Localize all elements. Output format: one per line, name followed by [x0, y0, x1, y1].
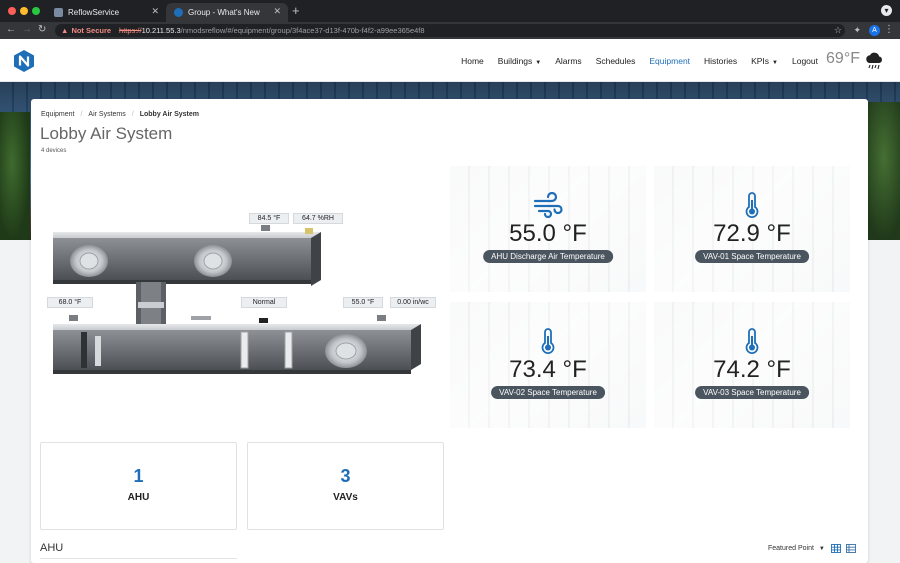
group-favicon-icon — [174, 8, 183, 17]
tile-icon-wrap — [450, 192, 646, 218]
url-scheme: https:// — [119, 26, 142, 35]
thermometer-icon — [541, 328, 555, 354]
forward-icon[interactable]: → — [22, 24, 32, 35]
nav-kpis-label: KPIs — [751, 55, 770, 66]
filter-status-reading[interactable]: Normal — [241, 297, 287, 308]
vav-count-label: VAVs — [333, 492, 358, 503]
outside-temp-reading[interactable]: 68.0 °F — [47, 297, 93, 308]
tab-search-icon[interactable]: ▾ — [881, 5, 892, 16]
profile-avatar[interactable]: A — [869, 25, 880, 36]
close-tab-icon[interactable]: ✕ — [273, 6, 281, 17]
tile-value: 74.2 °F — [713, 356, 791, 383]
tile-value: 73.4 °F — [509, 356, 587, 383]
nav-logout[interactable]: Logout — [792, 56, 818, 66]
warning-icon: ▲ — [61, 26, 69, 35]
nav-schedules[interactable]: Schedules — [596, 56, 636, 66]
security-status: Not Secure — [71, 26, 112, 35]
nmods-logo-icon[interactable] — [14, 50, 34, 72]
nav-histories[interactable]: Histories — [704, 56, 737, 66]
tile-icon-wrap — [450, 328, 646, 354]
tile-vav03-space-temp[interactable]: 74.2 °F VAV-03 Space Temperature — [654, 302, 850, 428]
hero-tree-left — [0, 112, 30, 240]
nav-alarms[interactable]: Alarms — [555, 56, 581, 66]
nav-equipment[interactable]: Equipment — [649, 56, 690, 66]
tile-ahu-discharge-temp[interactable]: 55.0 °F AHU Discharge Air Temperature — [450, 166, 646, 292]
browser-toolbar: ← → ↻ ▲ Not Secure https:// 10.211.55.3 … — [0, 22, 900, 39]
app-navbar: Home Buildings ▼ Alarms Schedules Equipme… — [0, 39, 900, 82]
tile-label: VAV-02 Space Temperature — [491, 386, 605, 399]
breadcrumb: Equipment / Air Systems / Lobby Air Syst… — [41, 111, 199, 118]
breadcrumb-equipment[interactable]: Equipment — [41, 111, 74, 118]
discharge-temp-reading[interactable]: 55.0 °F — [343, 297, 383, 308]
breadcrumb-air-systems[interactable]: Air Systems — [88, 111, 125, 118]
bookmark-star-icon[interactable]: ☆ — [834, 25, 842, 36]
breadcrumb-separator: / — [80, 111, 83, 118]
browser-menu-icon[interactable]: ⋮ — [884, 24, 894, 35]
page-title: Lobby Air System — [40, 124, 173, 143]
chevron-down-icon: ▼ — [535, 59, 542, 66]
chevron-down-icon: ▼ — [818, 546, 825, 552]
nav-buildings[interactable]: Buildings ▼ — [498, 56, 541, 66]
section-divider — [40, 558, 237, 559]
address-bar[interactable]: ▲ Not Secure https:// 10.211.55.3 /nmods… — [55, 24, 845, 37]
section-title: AHU — [40, 542, 64, 554]
tile-label: AHU Discharge Air Temperature — [483, 250, 613, 263]
tab-title: ReflowService — [68, 8, 120, 17]
tile-label: VAV-01 Space Temperature — [695, 250, 809, 263]
nav-home[interactable]: Home — [461, 56, 484, 66]
url-path: /nmodsreflow/#/equipment/group/3f4ace37-… — [180, 26, 425, 35]
reflow-favicon-icon — [54, 8, 63, 17]
tile-icon-wrap — [654, 192, 850, 218]
return-temp-reading[interactable]: 84.5 °F — [249, 213, 289, 224]
vav-count: 3 — [340, 466, 351, 486]
url-host: 10.211.55.3 — [141, 26, 181, 35]
static-pressure-reading[interactable]: 0.00 in/wc — [390, 297, 436, 308]
device-count: 4 devices — [41, 148, 67, 154]
tile-icon-wrap — [654, 328, 850, 354]
ahu-count-card[interactable]: 1 AHU — [40, 442, 237, 530]
vav-count-card[interactable]: 3 VAVs — [247, 442, 444, 530]
tile-vav02-space-temp[interactable]: 73.4 °F VAV-02 Space Temperature — [450, 302, 646, 428]
close-tab-icon[interactable]: ✕ — [151, 6, 159, 17]
nav-buildings-label: Buildings — [497, 55, 533, 66]
nav-kpis[interactable]: KPIs ▼ — [751, 56, 778, 66]
browser-tab-reflowservice[interactable]: ReflowService ✕ — [46, 3, 166, 22]
ahu-count: 1 — [133, 466, 144, 486]
chevron-down-icon: ▼ — [772, 59, 778, 66]
ahu-count-label: AHU — [127, 492, 150, 503]
tile-value: 55.0 °F — [509, 220, 587, 247]
weather-temperature: 69°F — [826, 50, 860, 67]
main-nav: Home Buildings ▼ Alarms Schedules Equipme… — [461, 39, 818, 82]
return-humidity-reading[interactable]: 64.7 %RH — [293, 213, 343, 224]
extensions-icon[interactable]: ✦ — [853, 25, 861, 36]
thermometer-icon — [745, 192, 759, 218]
back-icon[interactable]: ← — [6, 24, 16, 35]
grid-view-icon[interactable] — [831, 544, 841, 553]
sort-dropdown-label: Featured Point — [768, 545, 814, 552]
maximize-window-button[interactable] — [32, 7, 40, 15]
breadcrumb-current: Lobby Air System — [139, 111, 199, 118]
reload-icon[interactable]: ↻ — [38, 24, 46, 35]
tile-label: VAV-03 Space Temperature — [695, 386, 809, 399]
ahu-diagram: 84.5 °F 64.7 %RH 68.0 °F Normal 55.0 °F … — [41, 213, 436, 379]
equipment-group-card: Equipment / Air Systems / Lobby Air Syst… — [31, 99, 868, 563]
table-view-icon[interactable] — [846, 544, 856, 553]
close-window-button[interactable] — [8, 7, 16, 15]
rain-cloud-icon — [866, 52, 882, 70]
new-tab-icon[interactable]: + — [292, 3, 300, 18]
browser-tab-bar: ReflowService ✕ Group - What's New ✕ + ▾ — [0, 0, 900, 22]
sort-dropdown[interactable]: Featured Point ▼ — [768, 545, 825, 552]
tile-vav01-space-temp[interactable]: 72.9 °F VAV-01 Space Temperature — [654, 166, 850, 292]
tab-title: Group - What's New — [188, 8, 260, 17]
browser-tab-group[interactable]: Group - What's New ✕ — [166, 3, 288, 22]
wind-icon — [533, 192, 563, 218]
tile-value: 72.9 °F — [713, 220, 791, 247]
breadcrumb-separator: / — [131, 111, 134, 118]
thermometer-icon — [745, 328, 759, 354]
minimize-window-button[interactable] — [20, 7, 28, 15]
